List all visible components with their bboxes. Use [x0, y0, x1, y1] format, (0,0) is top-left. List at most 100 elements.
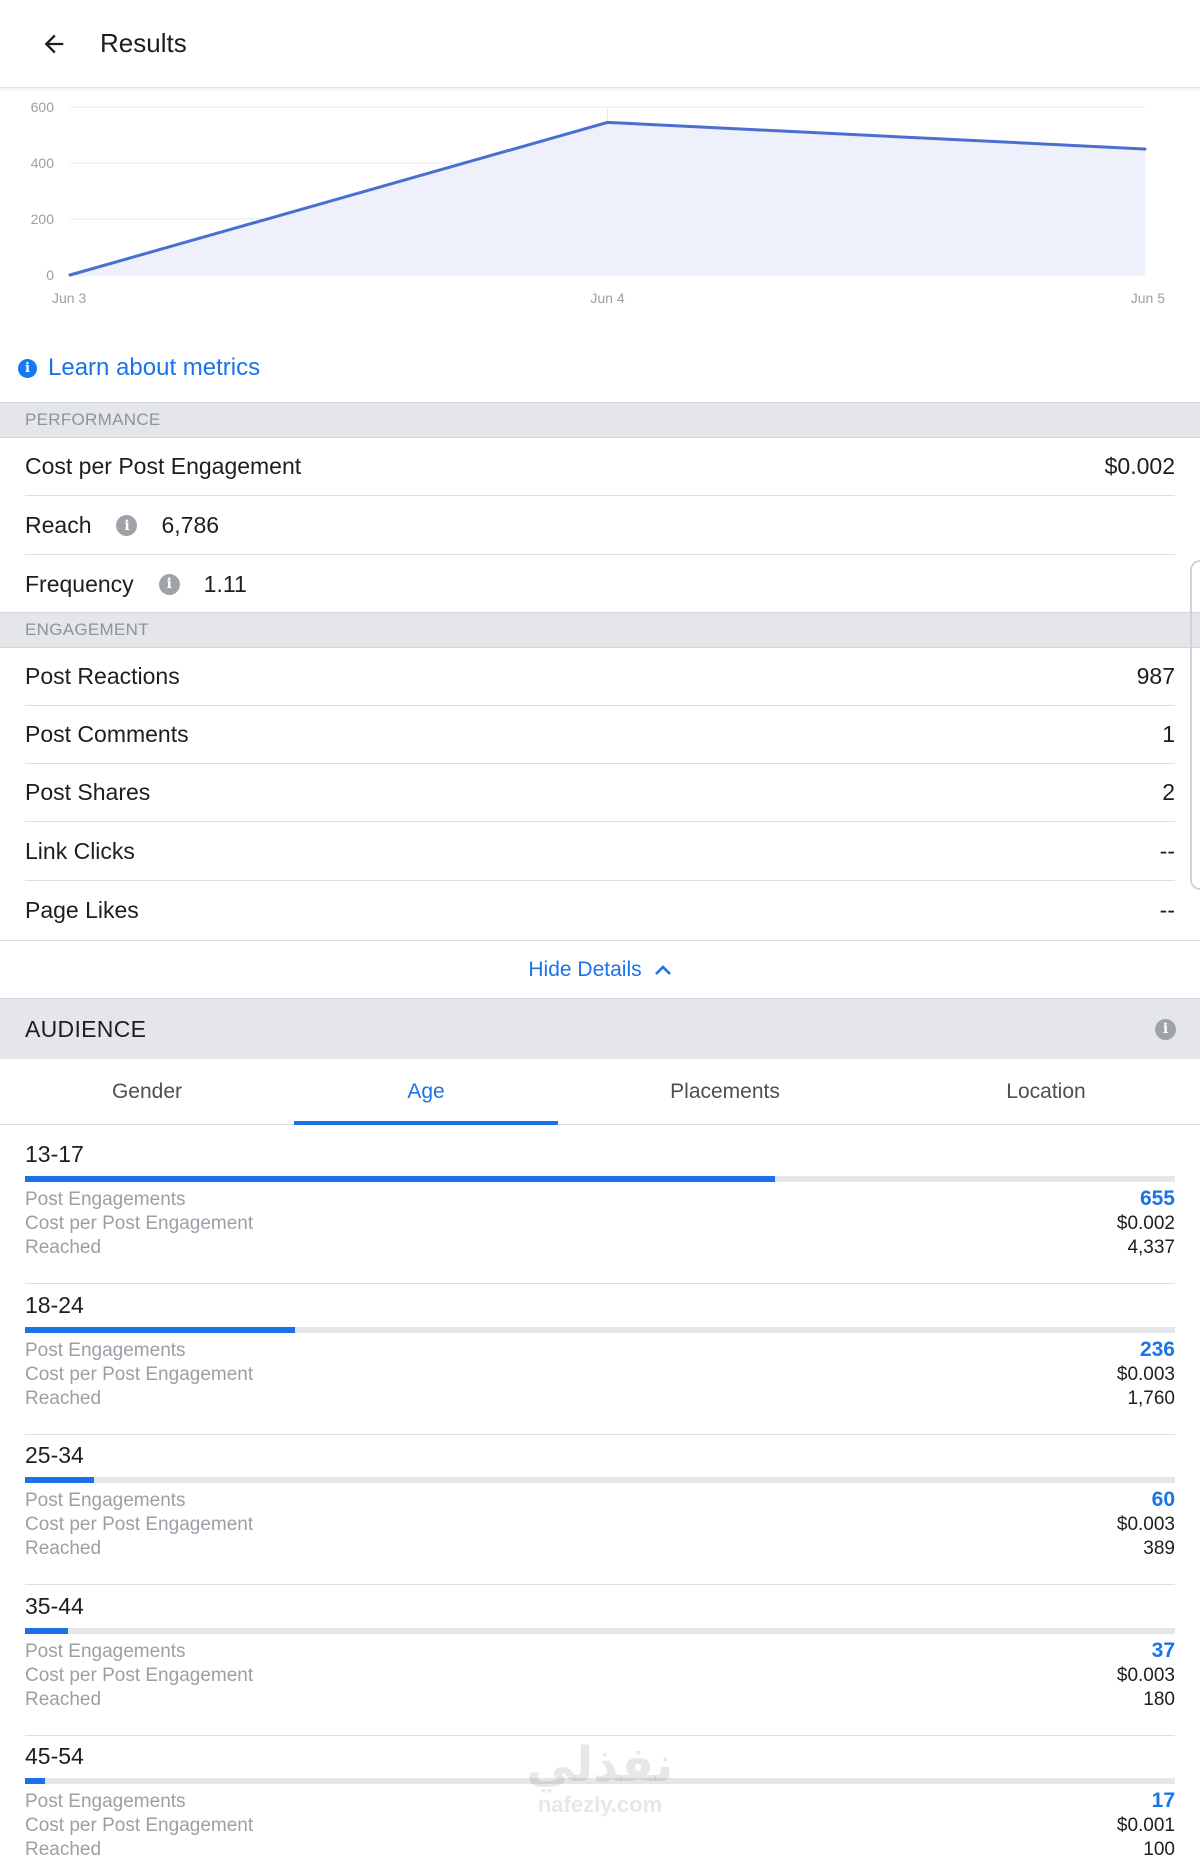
tab-age[interactable]: Age [294, 1059, 558, 1125]
row-label: Reach [25, 512, 92, 538]
metric-label: Cost per Post Engagement [25, 1815, 254, 1836]
back-button[interactable] [26, 16, 82, 72]
results-chart: 0 200 400 600 Jun 3 Jun 4 Jun 5 [0, 92, 1200, 322]
row-value: 987 [1136, 663, 1175, 689]
engagement-bar-track [25, 1477, 1175, 1483]
post-engagements-value: 655 [1139, 1187, 1175, 1210]
metric-label: Post Engagements [25, 1791, 186, 1812]
info-icon[interactable]: i [158, 573, 180, 595]
row-label: Post Comments [25, 721, 189, 747]
audience-section-header: AUDIENCE i [0, 999, 1200, 1059]
metric-label: Post Engagements [25, 1189, 186, 1210]
learn-about-metrics-label: Learn about metrics [48, 354, 261, 381]
row-label: Frequency [25, 570, 134, 597]
cost-value: $0.003 [1116, 1364, 1175, 1385]
age-group-13-17: 13-17 Post Engagements Cost per Post Eng… [25, 1133, 1175, 1284]
metric-label: Cost per Post Engagement [25, 1514, 254, 1535]
engagement-bar-fill [25, 1327, 296, 1333]
data-point [68, 273, 72, 277]
row-label: Page Likes [25, 896, 139, 923]
data-point [1143, 147, 1147, 151]
y-tick-label: 0 [46, 267, 54, 283]
engagement-bar-track [25, 1176, 1175, 1182]
performance-row-cost: Cost per Post Engagement $0.002 [25, 438, 1175, 496]
info-icon[interactable]: i [116, 515, 138, 536]
row-value: -- [1159, 838, 1175, 864]
row-label: Cost per Post Engagement [25, 453, 302, 479]
post-engagements-value: 17 [1151, 1789, 1175, 1812]
row-value: 6,786 [161, 512, 220, 538]
metric-label: Reached [25, 1538, 102, 1559]
top-app-bar: Results [0, 0, 1200, 88]
reached-value: 180 [1143, 1689, 1175, 1710]
engagement-row-link-clicks: Link Clicks -- [25, 823, 1175, 881]
active-tab-indicator [294, 1121, 558, 1125]
cost-value: $0.003 [1116, 1514, 1175, 1535]
post-engagements-value: 37 [1151, 1639, 1175, 1662]
row-value: $0.002 [1104, 453, 1175, 479]
hide-details-button[interactable]: Hide Details [0, 940, 1200, 999]
metric-label: Post Engagements [25, 1490, 186, 1511]
chevron-up-icon [654, 964, 671, 975]
age-range-label: 13-17 [25, 1141, 84, 1167]
y-tick-label: 200 [31, 211, 55, 227]
x-tick-label: Jun 3 [52, 290, 86, 306]
x-tick-label: Jun 4 [590, 290, 624, 306]
info-icon[interactable]: i [1155, 1018, 1176, 1040]
age-range-label: 18-24 [25, 1292, 84, 1318]
cost-value: $0.003 [1116, 1665, 1175, 1686]
series-area [70, 122, 1145, 276]
data-point [606, 120, 609, 124]
metric-label: Reached [25, 1689, 102, 1710]
metric-label: Cost per Post Engagement [25, 1665, 254, 1686]
row-label: Post Shares [25, 779, 151, 805]
engagement-bar-fill [25, 1628, 68, 1634]
tab-placements[interactable]: Placements [590, 1059, 860, 1125]
engagement-section-header: ENGAGEMENT [0, 612, 1200, 648]
age-group-35-44: 35-44 Post Engagements Cost per Post Eng… [25, 1585, 1175, 1736]
y-tick-label: 400 [31, 155, 55, 171]
engagement-row-reactions: Post Reactions 987 [25, 648, 1175, 706]
metric-label: Post Engagements [25, 1340, 186, 1361]
scroll-handle[interactable] [1190, 560, 1200, 890]
age-range-label: 25-34 [25, 1442, 84, 1468]
row-label: Post Reactions [25, 663, 180, 689]
performance-row-reach: Reach i 6,786 [25, 497, 1175, 555]
row-value: 1.11 [203, 570, 247, 597]
row-value: -- [1159, 896, 1175, 923]
post-engagements-value: 236 [1139, 1338, 1175, 1361]
performance-section-header: PERFORMANCE [0, 402, 1200, 438]
page-title: Results [100, 28, 187, 58]
age-group-18-24: 18-24 Post Engagements Cost per Post Eng… [25, 1284, 1175, 1435]
info-icon: i [18, 358, 37, 378]
engagement-bar-fill [25, 1778, 45, 1784]
reached-value: 389 [1143, 1538, 1175, 1559]
metric-label: Reached [25, 1839, 102, 1857]
learn-about-metrics-link[interactable]: i Learn about metrics [18, 354, 260, 382]
metric-label: Reached [25, 1237, 102, 1258]
engagement-row-page-likes: Page Likes -- [25, 881, 1175, 939]
engagement-bar-fill [25, 1176, 775, 1182]
engagement-bar-track [25, 1327, 1175, 1333]
reached-value: 4,337 [1127, 1237, 1175, 1258]
x-tick-label: Jun 5 [1131, 290, 1165, 306]
arrow-left-icon [44, 34, 64, 53]
engagement-row-shares: Post Shares 2 [25, 764, 1175, 822]
cost-value: $0.002 [1116, 1213, 1175, 1234]
results-line-chart: 0 200 400 600 Jun 3 Jun 4 Jun 5 [31, 99, 1166, 306]
tab-location[interactable]: Location [900, 1059, 1192, 1125]
metric-label: Cost per Post Engagement [25, 1213, 254, 1234]
row-label: Link Clicks [25, 838, 135, 864]
audience-title: AUDIENCE [25, 1015, 147, 1042]
post-engagements-value: 60 [1151, 1488, 1175, 1511]
metric-label: Reached [25, 1388, 102, 1409]
engagement-bar-fill [25, 1477, 94, 1483]
engagement-row-comments: Post Comments 1 [25, 706, 1175, 764]
age-range-label: 35-44 [25, 1593, 84, 1619]
age-group-25-34: 25-34 Post Engagements Cost per Post Eng… [25, 1434, 1175, 1585]
metric-label: Cost per Post Engagement [25, 1364, 254, 1385]
row-value: 2 [1162, 779, 1175, 805]
age-group-45-54: 45-54 Post Engagements Cost per Post Eng… [25, 1735, 1175, 1857]
metric-label: Post Engagements [25, 1641, 186, 1662]
tab-gender[interactable]: Gender [28, 1059, 266, 1125]
